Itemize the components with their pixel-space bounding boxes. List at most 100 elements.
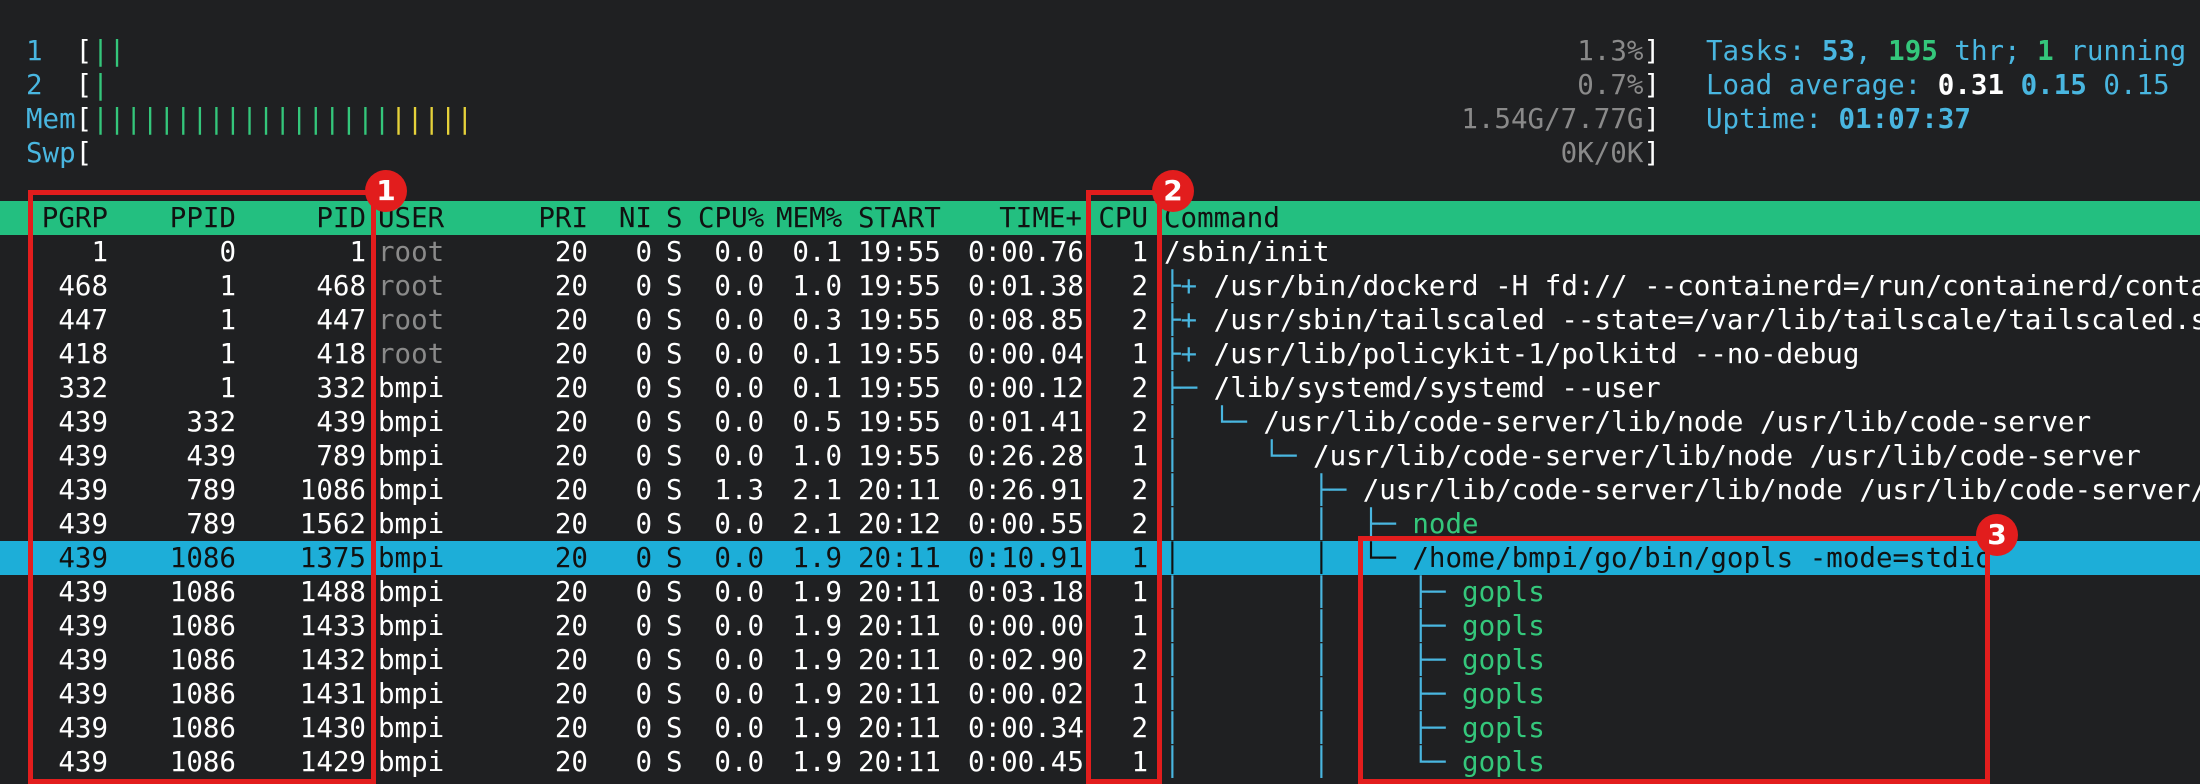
cell-time: 0:00.76 [968, 236, 1084, 268]
tree-branch: │ ├─ [1164, 474, 1363, 506]
cell-pri: 20 [554, 542, 588, 574]
cell-cpu-pct: 0.0 [714, 372, 764, 404]
cell-time: 0:26.91 [968, 474, 1084, 506]
cell-s: S [666, 644, 683, 676]
cell-user: bmpi [378, 440, 445, 472]
cell-mem-pct: 2.1 [792, 474, 842, 506]
load-average: Load average: 0.31 0.15 0.15 [1706, 69, 2170, 101]
cell-time: 0:08.85 [968, 304, 1084, 336]
cell-user: root [378, 338, 445, 370]
cell-user: root [378, 270, 445, 302]
cell-s: S [666, 270, 683, 302]
command-text: /usr/lib/policykit-1/polkitd --no-debug [1213, 338, 1860, 370]
tree-branch: ├+ [1164, 270, 1214, 302]
col-cpu-pct-header[interactable]: CPU% [698, 201, 764, 235]
cell-user: root [378, 236, 445, 268]
tree-branch: │ └─ [1164, 406, 1264, 438]
cell-time: 0:10.91 [968, 542, 1084, 574]
cell-ni: 0 [635, 270, 652, 302]
meter-value-text: 0K/0K [1560, 137, 1644, 169]
cell-user: bmpi [378, 644, 445, 676]
cell-start: 19:55 [858, 440, 941, 472]
cell-ni: 0 [635, 746, 652, 778]
annotation-box-cpu-column [1086, 190, 1162, 784]
cell-mem-pct: 1.9 [792, 644, 842, 676]
cell-user: bmpi [378, 372, 445, 404]
col-start-header[interactable]: START [858, 201, 941, 235]
annotation-box-pid-columns [28, 190, 376, 784]
annotation-box-gopls-threads [1358, 536, 1990, 784]
cell-time: 0:00.02 [968, 678, 1084, 710]
cell-user: bmpi [378, 576, 445, 608]
cell-user: root [378, 304, 445, 336]
cell-s: S [666, 508, 683, 540]
col-ni-header[interactable]: NI [612, 201, 652, 235]
cell-start: 20:11 [858, 712, 941, 744]
cell-ni: 0 [635, 236, 652, 268]
cell-s: S [666, 372, 683, 404]
cell-ni: 0 [635, 678, 652, 710]
command-text: /usr/lib/code-server/lib/node /usr/lib/c… [1263, 406, 2092, 438]
cell-ni: 0 [635, 508, 652, 540]
cell-time: 0:02.90 [968, 644, 1084, 676]
cell-s: S [666, 236, 683, 268]
cell-user: bmpi [378, 610, 445, 642]
cell-mem-pct: 1.9 [792, 576, 842, 608]
cell-user: bmpi [378, 406, 445, 438]
col-state-header[interactable]: S [666, 201, 683, 235]
cell-cpu-pct: 0.0 [714, 304, 764, 336]
cell-start: 19:55 [858, 406, 941, 438]
cell-pri: 20 [554, 712, 588, 744]
cell-s: S [666, 406, 683, 438]
command-text: /usr/lib/code-server/lib/node /usr/lib/c… [1362, 474, 2200, 506]
cell-cpu-pct: 0.0 [714, 644, 764, 676]
cell-pri: 20 [554, 678, 588, 710]
cell-start: 19:55 [858, 304, 941, 336]
cell-start: 19:55 [858, 372, 941, 404]
command-text: /usr/sbin/tailscaled --state=/var/lib/ta… [1213, 304, 2200, 336]
cell-mem-pct: 0.1 [792, 372, 842, 404]
cell-start: 20:11 [858, 474, 941, 506]
cell-ni: 0 [635, 610, 652, 642]
annotation-badge-1: 1 [365, 170, 407, 212]
cell-s: S [666, 440, 683, 472]
cell-mem-pct: 0.1 [792, 236, 842, 268]
meter-value-text: 1.54G/7.77G [1461, 103, 1644, 135]
cell-ni: 0 [635, 440, 652, 472]
cell-mem-pct: 1.9 [792, 678, 842, 710]
command-text: /usr/lib/code-server/lib/node /usr/lib/c… [1313, 440, 2141, 472]
cell-pri: 20 [554, 508, 588, 540]
col-pri-header[interactable]: PRI [530, 201, 588, 235]
cell-command: ├─ /lib/systemd/systemd --user [1164, 371, 1661, 405]
cell-s: S [666, 576, 683, 608]
meter-bar-used: |||||||||||||||||| [92, 103, 391, 135]
cell-cpu-pct: 0.0 [714, 746, 764, 778]
cell-user: bmpi [378, 542, 445, 574]
cell-user: bmpi [378, 712, 445, 744]
cell-command: ├+ /usr/sbin/tailscaled --state=/var/lib… [1164, 303, 2200, 337]
cell-pri: 20 [554, 746, 588, 778]
cell-pri: 20 [554, 644, 588, 676]
cell-start: 20:11 [858, 678, 941, 710]
meter-value: 0.7%] [1577, 69, 1660, 101]
cell-cpu-pct: 0.0 [714, 712, 764, 744]
cell-time: 0:00.12 [968, 372, 1084, 404]
tree-branch: │ └─ [1164, 440, 1314, 472]
cell-pri: 20 [554, 610, 588, 642]
cell-ni: 0 [635, 474, 652, 506]
cell-pri: 20 [554, 236, 588, 268]
cell-mem-pct: 1.9 [792, 542, 842, 574]
cell-s: S [666, 304, 683, 336]
cell-cpu-pct: 0.0 [714, 236, 764, 268]
meter-value-text: 1.3% [1577, 35, 1644, 67]
cell-start: 20:11 [858, 644, 941, 676]
cell-time: 0:26.28 [968, 440, 1084, 472]
meter-value: 1.54G/7.77G] [1461, 103, 1660, 135]
cell-s: S [666, 542, 683, 574]
cell-time: 0:00.04 [968, 338, 1084, 370]
col-mem-pct-header[interactable]: MEM% [776, 201, 842, 235]
meter-value: 1.3%] [1577, 35, 1660, 67]
col-time-header[interactable]: TIME+ [968, 201, 1082, 235]
cell-start: 20:11 [858, 576, 941, 608]
cell-time: 0:00.00 [968, 610, 1084, 642]
